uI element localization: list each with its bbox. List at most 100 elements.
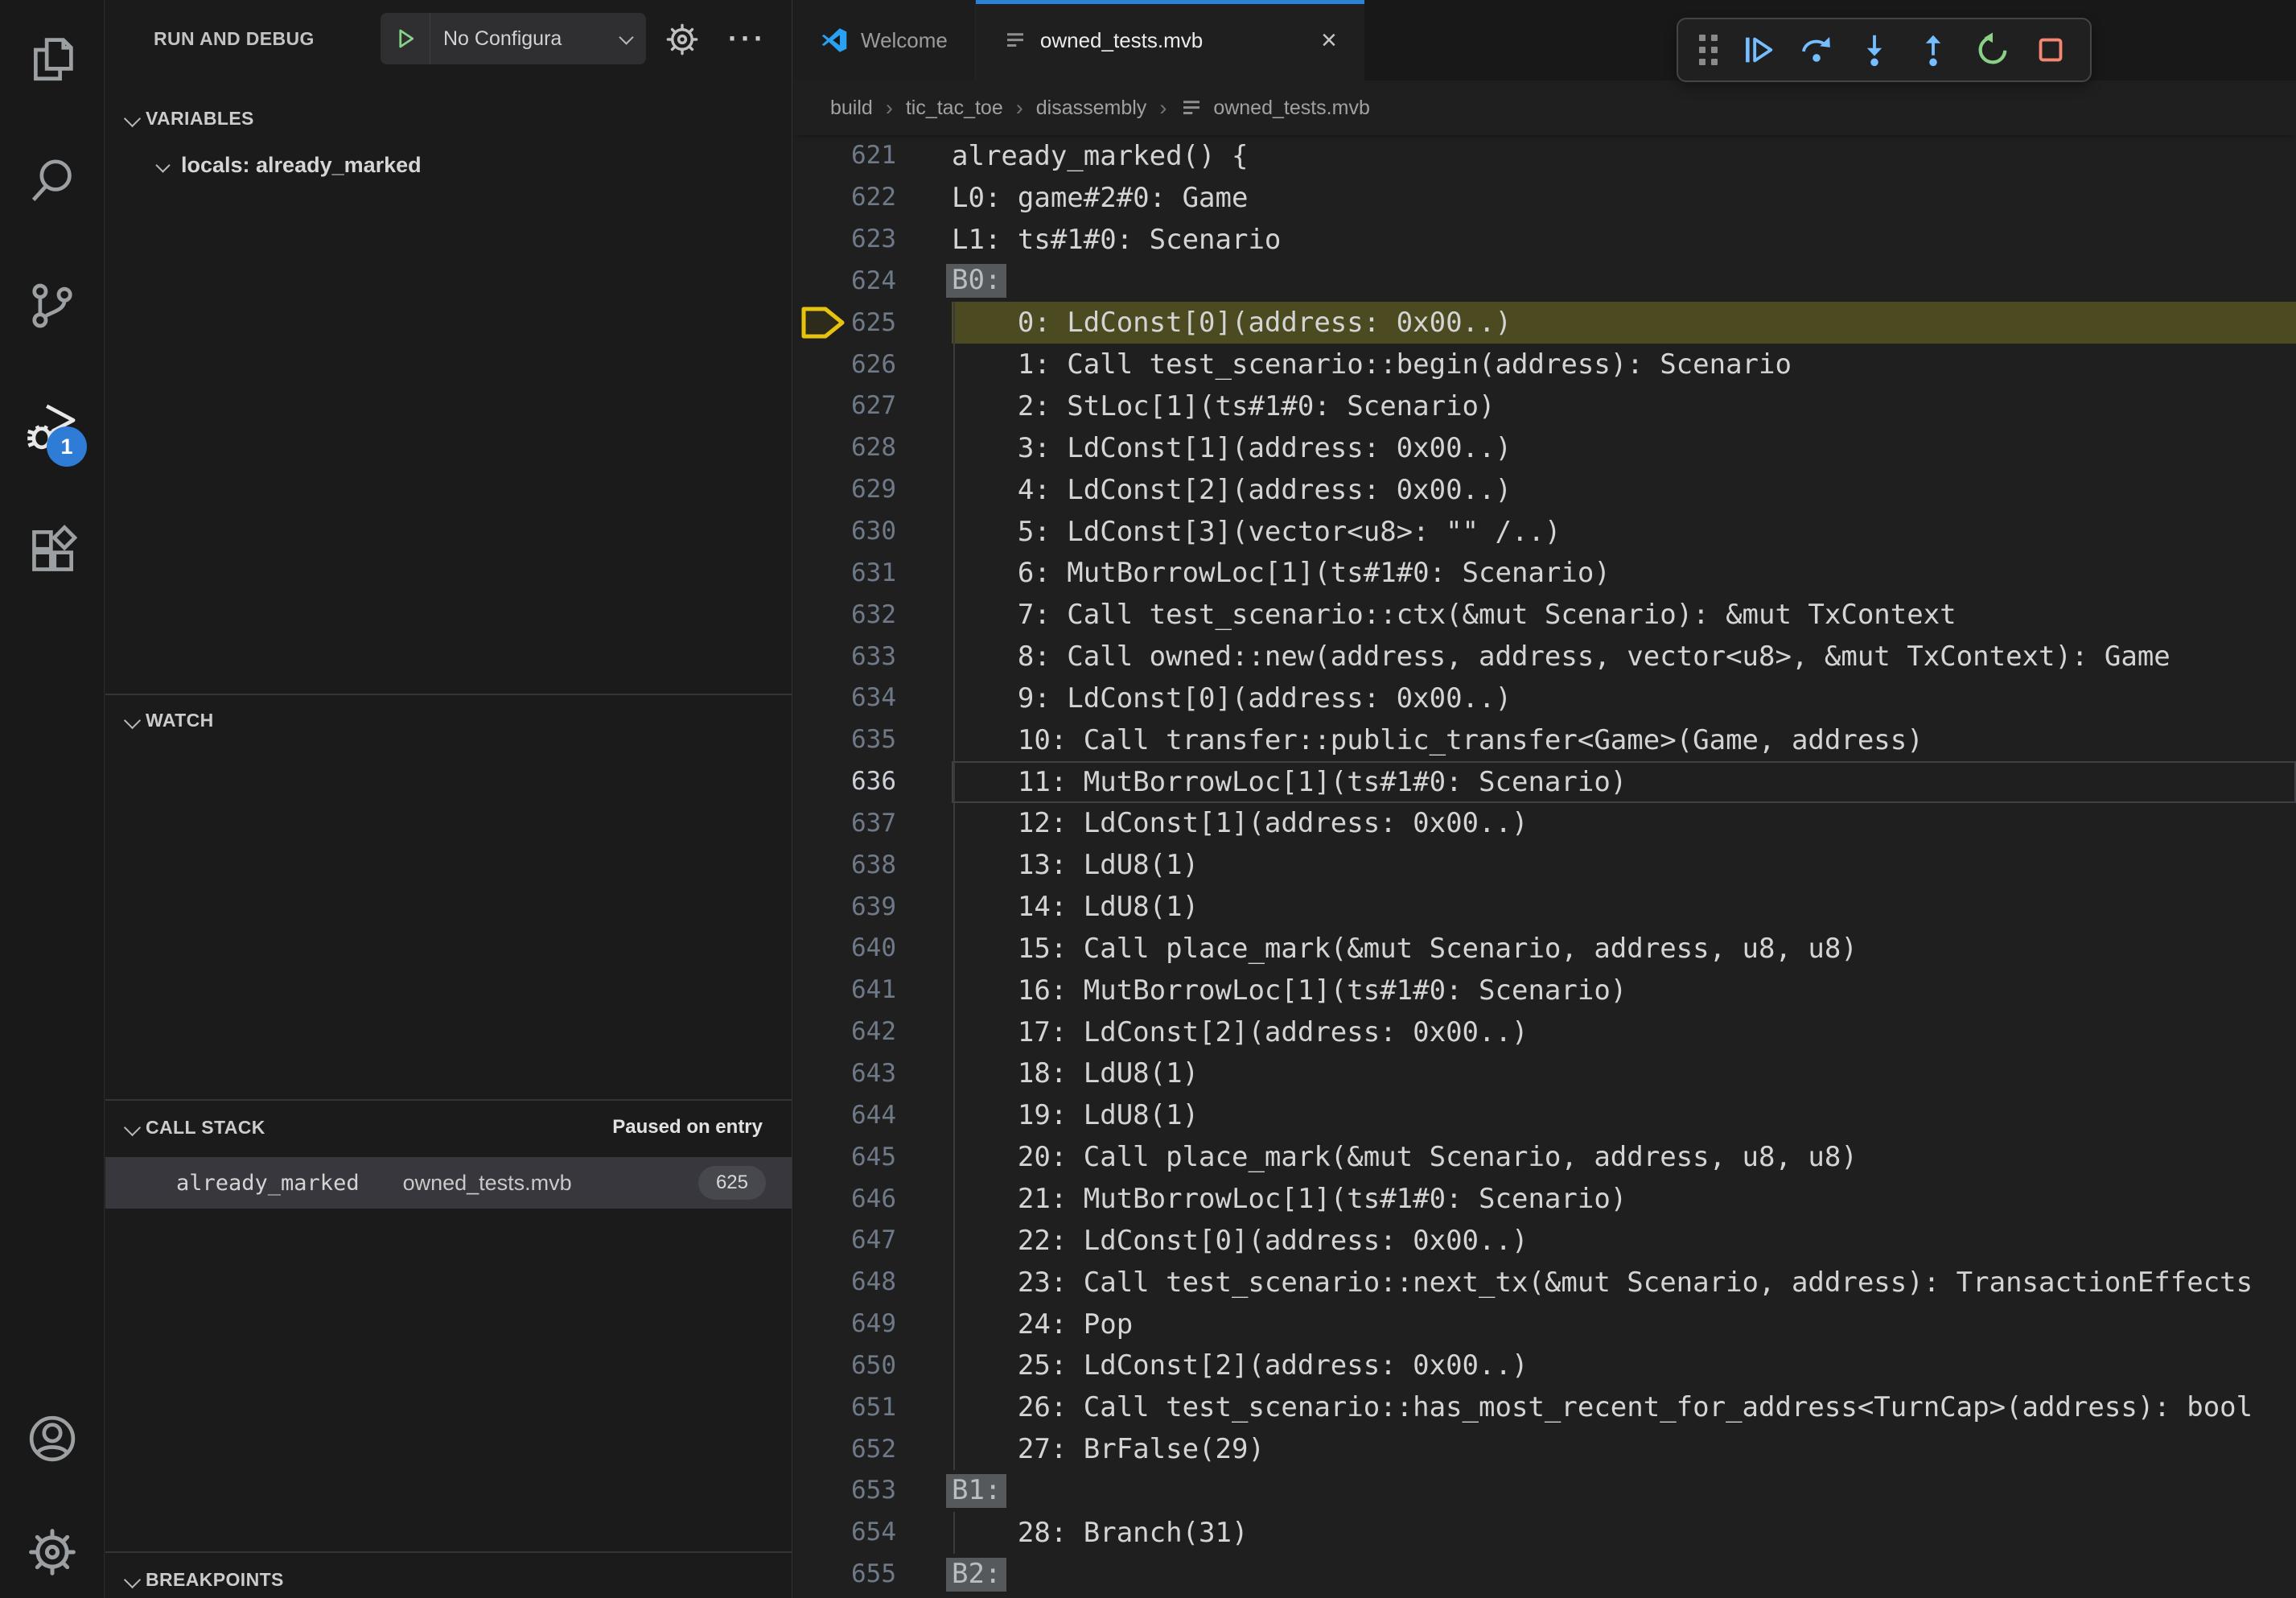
code-line[interactable]: 626 1: Call test_scenario::begin(address… [793, 344, 2296, 385]
gutter[interactable]: 624 [793, 261, 952, 303]
debug-step-out-icon[interactable] [1915, 31, 1952, 68]
code-line[interactable]: 645 20: Call place_mark(&mut Scenario, a… [793, 1136, 2296, 1178]
gutter[interactable]: 649 [793, 1304, 952, 1345]
gutter[interactable]: 621 [793, 135, 952, 177]
gutter[interactable]: 644 [793, 1094, 952, 1136]
line-content[interactable]: 1: Call test_scenario::begin(address): S… [952, 344, 2296, 385]
gutter[interactable]: 642 [793, 1011, 952, 1053]
line-content[interactable]: 8: Call owned::new(address, address, vec… [952, 636, 2296, 678]
code-line[interactable]: 654 28: Branch(31) [793, 1512, 2296, 1554]
gutter[interactable]: 641 [793, 970, 952, 1011]
watch-section-header[interactable]: WATCH [105, 697, 792, 743]
line-content[interactable]: B0: [952, 261, 2296, 303]
gutter[interactable]: 651 [793, 1386, 952, 1428]
toolbar-drag-grip[interactable] [1699, 35, 1718, 65]
code-line[interactable]: 647 22: LdConst[0](address: 0x00..) [793, 1220, 2296, 1262]
tab-owned-tests-mvb[interactable]: owned_tests.mvb× [976, 0, 1364, 80]
code-line[interactable]: 655B2: [793, 1554, 2296, 1596]
code-line[interactable]: 652 27: BrFalse(29) [793, 1428, 2296, 1470]
code-line[interactable]: 643 18: LdU8(1) [793, 1053, 2296, 1095]
account-icon[interactable] [26, 1412, 79, 1465]
line-content[interactable]: 16: MutBorrowLoc[1](ts#1#0: Scenario) [952, 970, 2296, 1011]
close-tab-icon[interactable]: × [1298, 27, 1337, 54]
code-line[interactable]: 623L1: ts#1#0: Scenario [793, 219, 2296, 261]
line-content[interactable]: 22: LdConst[0](address: 0x00..) [952, 1220, 2296, 1262]
line-content[interactable]: 5: LdConst[3](vector<u8>: "" /..) [952, 511, 2296, 553]
code-line[interactable]: 636 11: MutBorrowLoc[1](ts#1#0: Scenario… [793, 761, 2296, 803]
code-line[interactable]: 641 16: MutBorrowLoc[1](ts#1#0: Scenario… [793, 970, 2296, 1011]
line-content[interactable]: 9: LdConst[0](address: 0x00..) [952, 678, 2296, 719]
debug-restart-icon[interactable] [1973, 31, 2010, 68]
debug-step-over-icon[interactable] [1798, 31, 1835, 68]
line-content[interactable]: 2: StLoc[1](ts#1#0: Scenario) [952, 385, 2296, 427]
breadcrumb-item[interactable]: owned_tests.mvb [1179, 96, 1370, 120]
debug-config-dropdown[interactable]: No Configura [381, 13, 646, 64]
gutter[interactable]: 626 [793, 344, 952, 385]
code-line[interactable]: 631 6: MutBorrowLoc[1](ts#1#0: Scenario) [793, 552, 2296, 594]
gutter[interactable]: 628 [793, 427, 952, 469]
gutter[interactable]: 645 [793, 1136, 952, 1178]
code-line[interactable]: 624B0: [793, 261, 2296, 303]
code-line[interactable]: 653B1: [793, 1470, 2296, 1512]
search-icon[interactable] [26, 154, 79, 208]
line-content[interactable]: B2: [952, 1554, 2296, 1596]
gutter[interactable]: 655 [793, 1554, 952, 1596]
code-line[interactable]: 627 2: StLoc[1](ts#1#0: Scenario) [793, 385, 2296, 427]
settings-gear-icon[interactable] [26, 1526, 79, 1579]
gutter[interactable]: 622 [793, 177, 952, 219]
line-content[interactable]: 10: Call transfer::public_transfer<Game>… [952, 719, 2296, 761]
code-line[interactable]: 628 3: LdConst[1](address: 0x00..) [793, 427, 2296, 469]
line-content[interactable]: 4: LdConst[2](address: 0x00..) [952, 469, 2296, 511]
breakpoints-section-header[interactable]: BREAKPOINTS [105, 1556, 792, 1598]
extensions-icon[interactable] [26, 525, 79, 578]
line-content[interactable]: 0: LdConst[0](address: 0x00..) [952, 302, 2296, 344]
line-content[interactable]: 21: MutBorrowLoc[1](ts#1#0: Scenario) [952, 1178, 2296, 1220]
gutter[interactable]: 631 [793, 552, 952, 594]
line-content[interactable]: 7: Call test_scenario::ctx(&mut Scenario… [952, 594, 2296, 636]
variables-locals-row[interactable]: locals: already_marked [105, 142, 792, 188]
code-line[interactable]: 642 17: LdConst[2](address: 0x00..) [793, 1011, 2296, 1053]
gutter[interactable]: 627 [793, 385, 952, 427]
start-debug-play-icon[interactable] [381, 13, 430, 64]
code-line[interactable]: 639 14: LdU8(1) [793, 886, 2296, 928]
line-content[interactable]: 12: LdConst[1](address: 0x00..) [952, 803, 2296, 845]
gutter[interactable]: 654 [793, 1512, 952, 1554]
line-content[interactable]: 14: LdU8(1) [952, 886, 2296, 928]
gutter[interactable]: 636 [793, 761, 952, 803]
code-line[interactable]: 649 24: Pop [793, 1304, 2296, 1345]
line-content[interactable]: 23: Call test_scenario::next_tx(&mut Sce… [952, 1262, 2296, 1304]
line-content[interactable]: 20: Call place_mark(&mut Scenario, addre… [952, 1136, 2296, 1178]
code-line[interactable]: 634 9: LdConst[0](address: 0x00..) [793, 678, 2296, 719]
gutter[interactable]: 623 [793, 219, 952, 261]
gutter[interactable]: 633 [793, 636, 952, 678]
code-line[interactable]: 621already_marked() { [793, 135, 2296, 177]
code-line[interactable]: 635 10: Call transfer::public_transfer<G… [793, 719, 2296, 761]
code-line[interactable]: 625 0: LdConst[0](address: 0x00..) [793, 302, 2296, 344]
gutter[interactable]: 625 [793, 302, 952, 344]
gutter[interactable]: 632 [793, 594, 952, 636]
line-content[interactable]: 18: LdU8(1) [952, 1053, 2296, 1095]
line-content[interactable]: 3: LdConst[1](address: 0x00..) [952, 427, 2296, 469]
gutter[interactable]: 653 [793, 1470, 952, 1512]
line-content[interactable]: 6: MutBorrowLoc[1](ts#1#0: Scenario) [952, 552, 2296, 594]
line-content[interactable]: L1: ts#1#0: Scenario [952, 219, 2296, 261]
code-editor[interactable]: 621already_marked() {622L0: game#2#0: Ga… [793, 135, 2296, 1598]
gutter[interactable]: 652 [793, 1428, 952, 1470]
line-content[interactable]: 17: LdConst[2](address: 0x00..) [952, 1011, 2296, 1053]
line-content[interactable]: 24: Pop [952, 1304, 2296, 1345]
code-line[interactable]: 646 21: MutBorrowLoc[1](ts#1#0: Scenario… [793, 1178, 2296, 1220]
line-content[interactable]: 15: Call place_mark(&mut Scenario, addre… [952, 928, 2296, 970]
gutter[interactable]: 648 [793, 1262, 952, 1304]
debug-stop-icon[interactable] [2032, 31, 2069, 68]
code-line[interactable]: 644 19: LdU8(1) [793, 1094, 2296, 1136]
line-content[interactable]: 26: Call test_scenario::has_most_recent_… [952, 1386, 2296, 1428]
line-content[interactable]: 13: LdU8(1) [952, 844, 2296, 886]
code-line[interactable]: 637 12: LdConst[1](address: 0x00..) [793, 803, 2296, 845]
gutter[interactable]: 638 [793, 844, 952, 886]
gutter[interactable]: 650 [793, 1345, 952, 1386]
code-line[interactable]: 640 15: Call place_mark(&mut Scenario, a… [793, 928, 2296, 970]
more-actions-icon[interactable]: ··· [722, 13, 773, 64]
code-line[interactable]: 633 8: Call owned::new(address, address,… [793, 636, 2296, 678]
code-line[interactable]: 650 25: LdConst[2](address: 0x00..) [793, 1345, 2296, 1386]
breadcrumb-item[interactable]: disassembly [1036, 97, 1147, 120]
